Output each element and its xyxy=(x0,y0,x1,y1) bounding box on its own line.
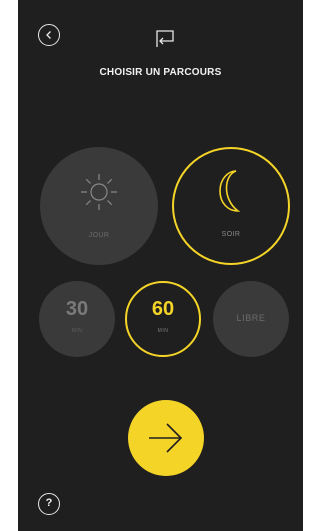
duration-label: LIBRE xyxy=(236,313,266,323)
option-label: SOIR xyxy=(221,231,241,238)
sun-icon xyxy=(81,174,117,210)
moon-icon xyxy=(219,170,241,212)
arrow-right-icon xyxy=(149,423,183,453)
option-soir[interactable]: SOIR xyxy=(172,147,290,265)
duration-libre-button[interactable]: LIBRE xyxy=(213,281,289,357)
duration-value: 60 xyxy=(151,298,175,320)
return-arrow-icon[interactable] xyxy=(154,28,176,50)
duration-60-button[interactable]: 60 MIN xyxy=(125,281,201,357)
duration-unit: MIN xyxy=(157,328,169,334)
help-button[interactable]: ? xyxy=(38,493,60,515)
option-label: JOUR xyxy=(88,232,110,239)
page-title: CHOISIR UN PARCOURS xyxy=(99,67,222,78)
duration-unit: MIN xyxy=(71,328,83,334)
duration-30-button[interactable]: 30 MIN xyxy=(39,281,115,357)
continue-button[interactable] xyxy=(128,400,204,476)
option-jour[interactable]: JOUR xyxy=(40,147,158,265)
chevron-left-icon xyxy=(46,31,51,39)
back-button[interactable] xyxy=(38,24,60,46)
screen: CHOISIR UN PARCOURS JOUR SOIR 30 MIN 60 … xyxy=(18,0,303,531)
duration-value: 30 xyxy=(65,298,89,320)
